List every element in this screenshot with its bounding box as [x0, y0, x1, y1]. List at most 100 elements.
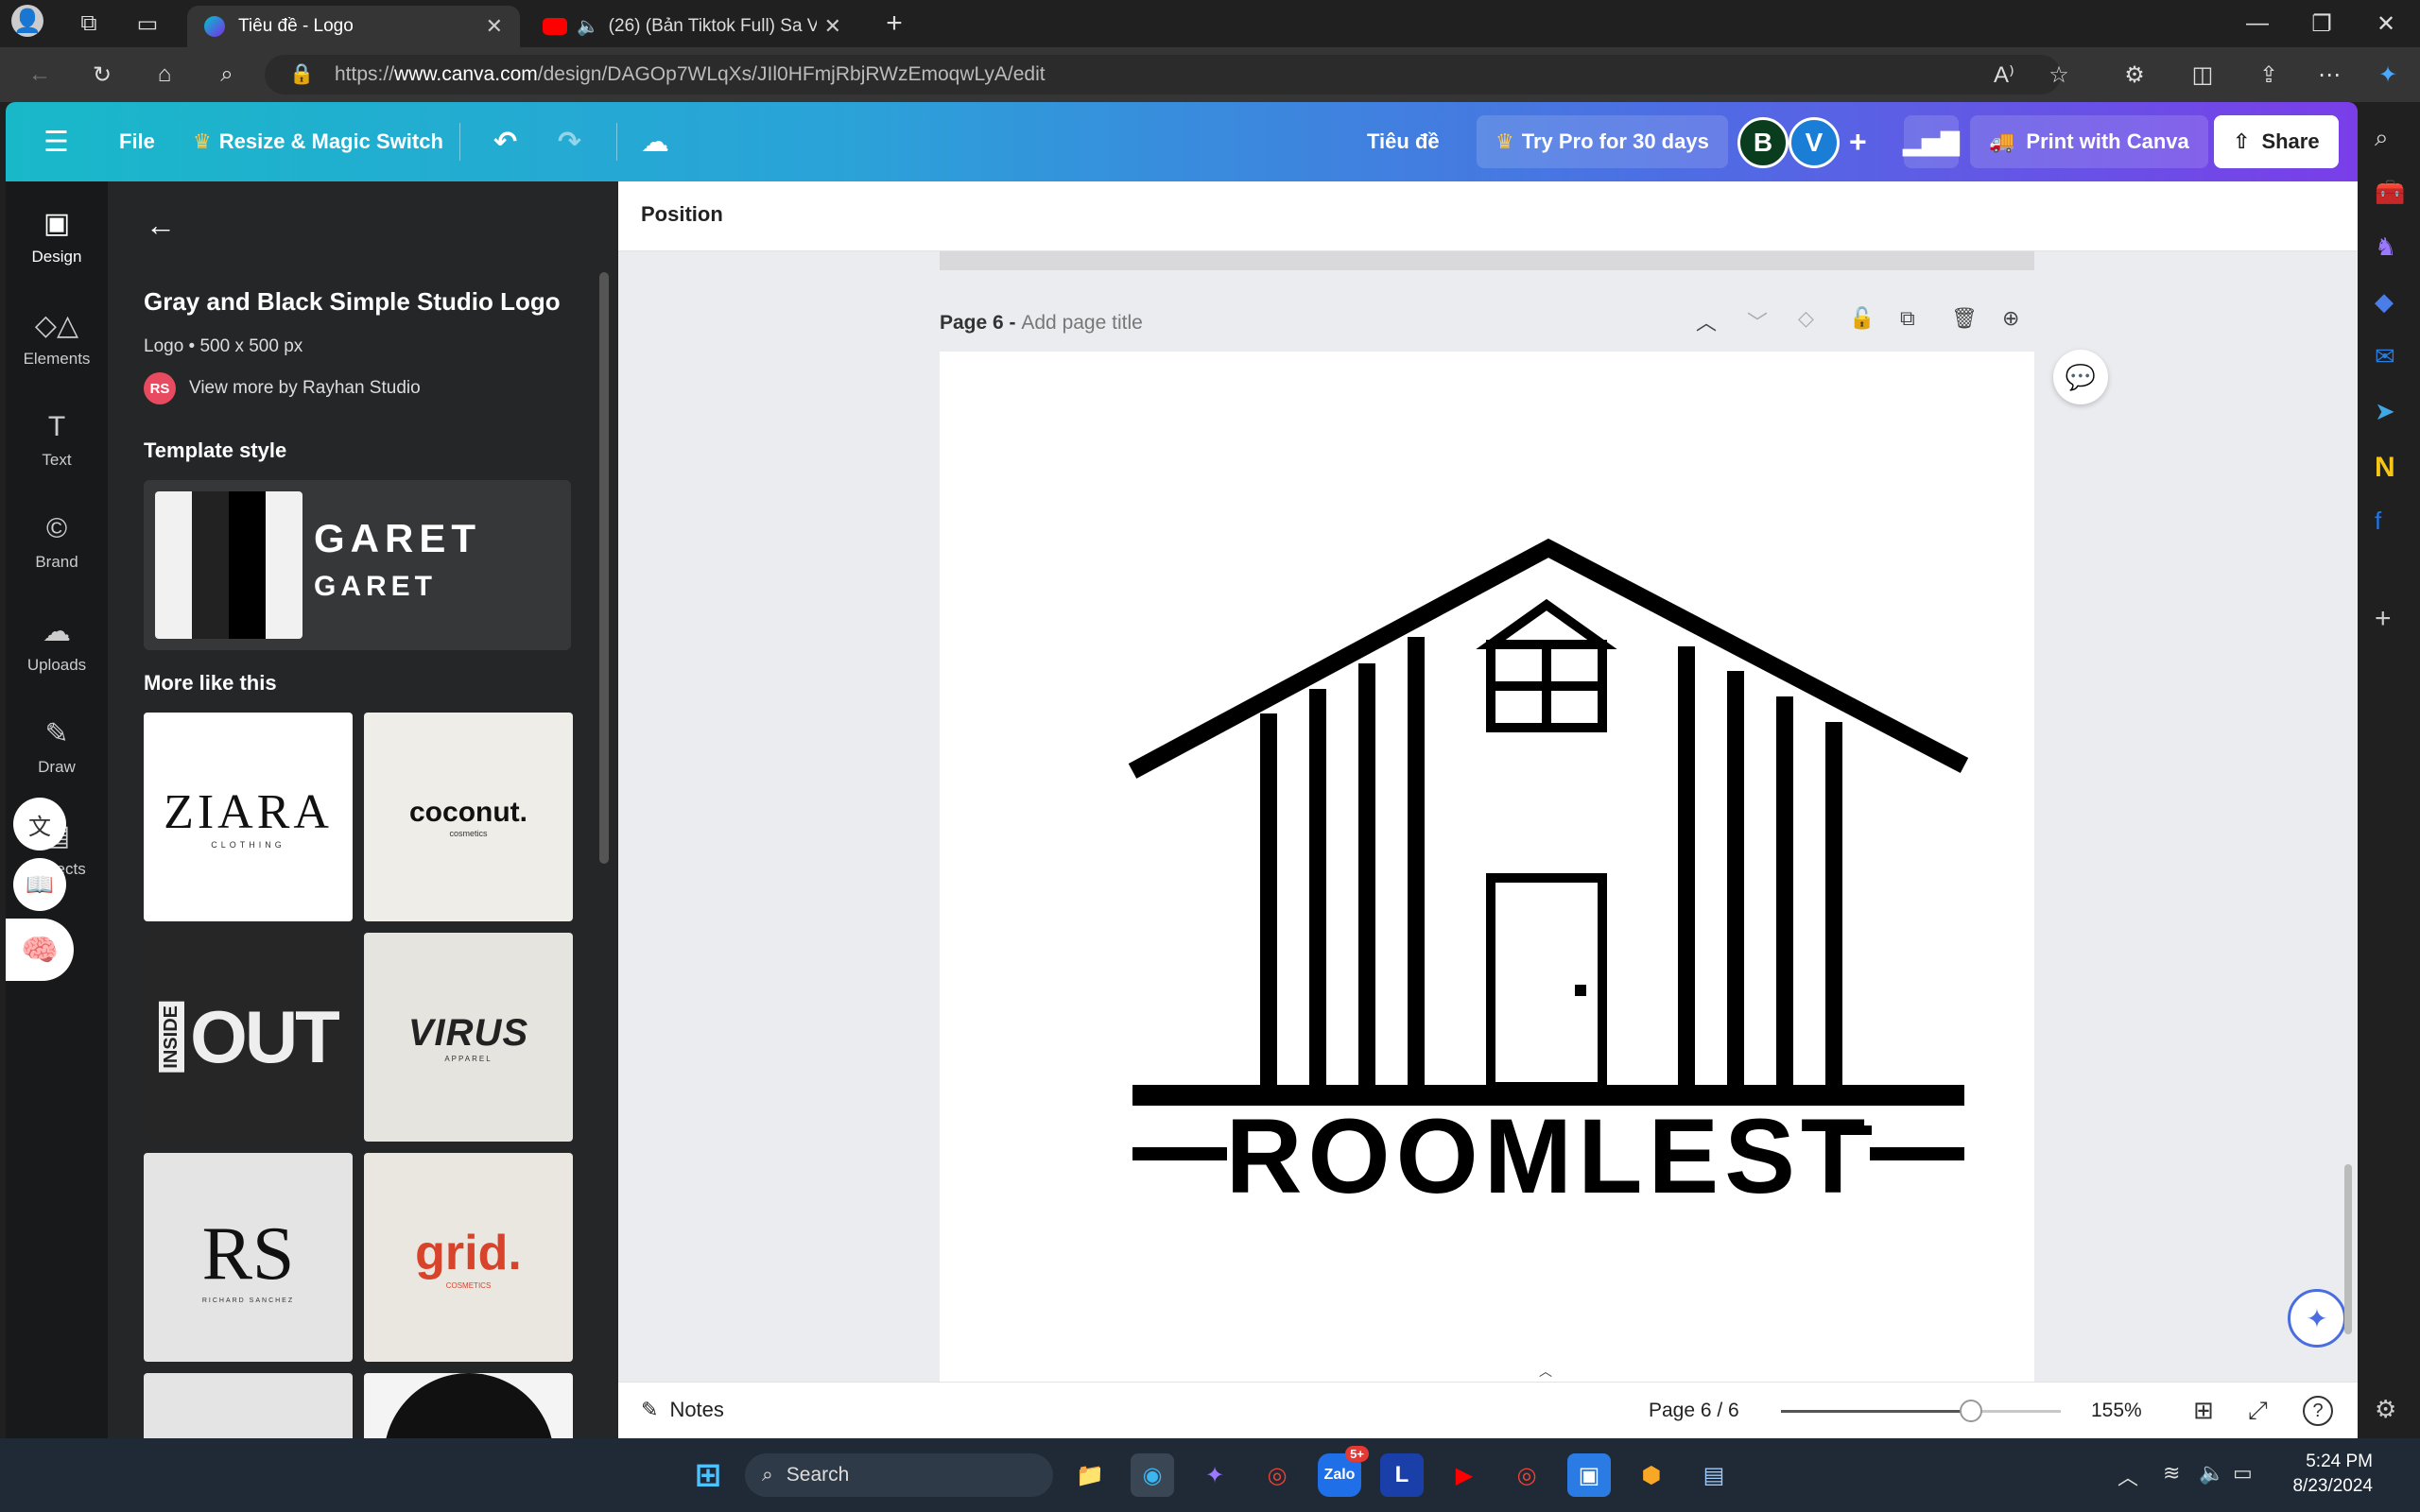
clock[interactable]: 5:24 PM 8/23/2024: [2278, 1450, 2373, 1499]
back-icon[interactable]: ←: [21, 56, 59, 94]
minimize-icon[interactable]: —: [2238, 5, 2276, 43]
more-icon[interactable]: ⋯: [2310, 56, 2348, 94]
edge-icon[interactable]: ◉: [1131, 1453, 1174, 1497]
new-tab-icon[interactable]: +: [875, 5, 913, 43]
search-icon[interactable]: ⌕: [208, 56, 246, 94]
avatar[interactable]: B: [1737, 117, 1789, 168]
facebook-icon[interactable]: f: [2375, 507, 2381, 536]
rail-item-uploads[interactable]: ☁ Uploads: [6, 597, 108, 692]
telegram-icon[interactable]: ➤: [2375, 397, 2395, 426]
magic-assistant-icon[interactable]: ✦: [2288, 1289, 2346, 1348]
workspaces-icon[interactable]: ⧉: [70, 5, 108, 43]
rail-item-design[interactable]: ▣ Design: [6, 189, 108, 284]
speaker-icon[interactable]: 🔈: [577, 15, 599, 38]
page-counter[interactable]: Page 6 / 6: [1649, 1400, 1739, 1422]
extensions-icon[interactable]: ⚙: [2116, 56, 2153, 94]
share-button[interactable]: ⇧ Share: [2214, 115, 2339, 168]
tab-youtube[interactable]: 🔈 (26) (Bản Tiktok Full) Sa Vào ✕: [526, 6, 858, 47]
close-icon[interactable]: ✕: [486, 14, 503, 39]
copilot-apps-icon[interactable]: ◆: [2375, 287, 2394, 317]
notes-button[interactable]: ✎ Notes: [641, 1398, 724, 1422]
search-icon[interactable]: ⌕: [2375, 123, 2389, 153]
refresh-icon[interactable]: ↻: [83, 56, 121, 94]
zoom-slider-handle[interactable]: [1960, 1400, 1983, 1422]
template-style-card[interactable]: GARET GARET: [144, 480, 571, 650]
template-thumbnail[interactable]: ZIARA CLOTHING: [144, 713, 353, 921]
tools-icon[interactable]: 🧰: [2375, 178, 2405, 207]
resize-magic-switch-button[interactable]: ♛ Resize & Magic Switch: [193, 102, 443, 181]
games-icon[interactable]: ♞: [2375, 232, 2396, 262]
volume-icon[interactable]: 🔈: [2199, 1461, 2224, 1486]
panel-scrollbar[interactable]: [599, 272, 609, 864]
home-icon[interactable]: ⌂: [146, 56, 183, 94]
windows-start-icon[interactable]: ⊞: [686, 1453, 730, 1497]
print-with-canva-button[interactable]: 🚚 Print with Canva: [1970, 115, 2208, 168]
reader-icon[interactable]: 📖: [13, 858, 66, 911]
page-up-icon[interactable]: ︿: [1696, 306, 1717, 336]
chrome-icon[interactable]: ◎: [1255, 1453, 1299, 1497]
template-thumbnail[interactable]: coconut. cosmetics: [364, 713, 573, 921]
tray-chevron-icon[interactable]: ︿: [2118, 1461, 2138, 1491]
creator-link[interactable]: View more by Rayhan Studio: [189, 378, 421, 399]
lock-page-icon[interactable]: 🔓: [1849, 306, 1875, 331]
template-thumbnail[interactable]: grid. COSMETICS: [364, 1153, 573, 1362]
rail-item-draw[interactable]: ✎ Draw: [6, 699, 108, 794]
hide-page-icon[interactable]: ◇: [1798, 306, 1814, 331]
window-close-icon[interactable]: ✕: [2367, 5, 2405, 43]
zalo-icon[interactable]: Zalo 5+: [1318, 1446, 1369, 1497]
grid-view-icon[interactable]: ⊞: [2193, 1396, 2214, 1425]
insights-icon[interactable]: ▂▅▇: [1903, 115, 1960, 168]
fullscreen-icon[interactable]: ⤢: [2248, 1396, 2268, 1426]
tab-actions-icon[interactable]: ▭: [129, 5, 166, 43]
zoom-slider[interactable]: [1781, 1400, 2061, 1422]
translate-icon[interactable]: 文: [13, 798, 66, 850]
ai-brain-icon[interactable]: 🧠: [6, 919, 74, 981]
tab-canva[interactable]: Tiêu đề - Logo ✕: [187, 6, 520, 47]
sidebar-settings-icon[interactable]: ⚙: [2375, 1395, 2396, 1424]
workspace-scrollbar[interactable]: [2344, 1164, 2352, 1334]
copilot-taskbar-icon[interactable]: ✦: [1193, 1453, 1236, 1497]
orange-app-icon[interactable]: ⬢: [1630, 1453, 1673, 1497]
l-app-icon[interactable]: L: [1380, 1453, 1424, 1497]
add-page-icon[interactable]: ⊕: [2002, 306, 2019, 331]
page-down-icon[interactable]: ﹀: [1747, 306, 1768, 336]
rail-item-text[interactable]: T Text: [6, 393, 108, 488]
close-icon[interactable]: ✕: [824, 14, 841, 39]
template-thumbnail[interactable]: INSIDE OUT: [144, 933, 353, 1142]
template-thumbnail[interactable]: VIRUS APPAREL: [364, 933, 573, 1142]
document-title[interactable]: Tiêu đề: [1367, 102, 1440, 181]
remote-desktop-icon[interactable]: ▣: [1567, 1453, 1611, 1497]
add-sidebar-app-icon[interactable]: +: [2375, 603, 2392, 635]
design-page[interactable]: ROOMLEST: [940, 352, 2034, 1382]
cloud-saved-icon[interactable]: ☁: [641, 102, 669, 181]
template-thumbnail[interactable]: RS RICHARD SANCHEZ: [144, 1153, 353, 1362]
creator-avatar[interactable]: RS: [144, 372, 176, 404]
favorite-star-icon[interactable]: ☆: [2040, 56, 2078, 94]
restore-icon[interactable]: ❐: [2303, 5, 2341, 43]
try-pro-button[interactable]: ♛ Try Pro for 30 days: [1477, 115, 1728, 168]
battery-icon[interactable]: ▭: [2233, 1461, 2253, 1486]
address-input[interactable]: 🔒 https://www.canva.com/design/DAGOp7WLq…: [265, 55, 2061, 94]
add-collaborator-icon[interactable]: +: [1849, 102, 1867, 181]
chrome-profile-icon[interactable]: ◎: [1505, 1453, 1548, 1497]
show-pages-chevron-icon[interactable]: ︿: [1512, 1361, 1579, 1382]
file-menu-button[interactable]: File: [119, 102, 155, 181]
profile-icon[interactable]: 👤: [11, 5, 43, 37]
zoom-level[interactable]: 155%: [2091, 1400, 2142, 1422]
read-aloud-icon[interactable]: A⁾: [1985, 56, 2023, 94]
position-button[interactable]: Position: [641, 202, 723, 227]
rail-item-brand[interactable]: © Brand: [6, 495, 108, 590]
rail-item-elements[interactable]: ◇△ Elements: [6, 291, 108, 386]
redo-icon[interactable]: ↷: [558, 102, 581, 181]
youtube-icon[interactable]: ▶: [1443, 1453, 1486, 1497]
share-page-icon[interactable]: ⇪: [2250, 56, 2288, 94]
notion-n-icon[interactable]: N: [2375, 452, 2395, 484]
template-thumbnail[interactable]: [144, 1373, 353, 1438]
add-comment-icon[interactable]: 💬: [2053, 350, 2108, 404]
duplicate-page-icon[interactable]: ⧉: [1900, 306, 1915, 331]
copilot-icon[interactable]: ✦: [2369, 56, 2407, 94]
template-thumbnail[interactable]: [364, 1373, 573, 1438]
monitor-app-icon[interactable]: ▤: [1692, 1453, 1736, 1497]
taskbar-search[interactable]: ⌕ Search: [745, 1453, 1053, 1497]
avatar[interactable]: V: [1789, 117, 1840, 168]
